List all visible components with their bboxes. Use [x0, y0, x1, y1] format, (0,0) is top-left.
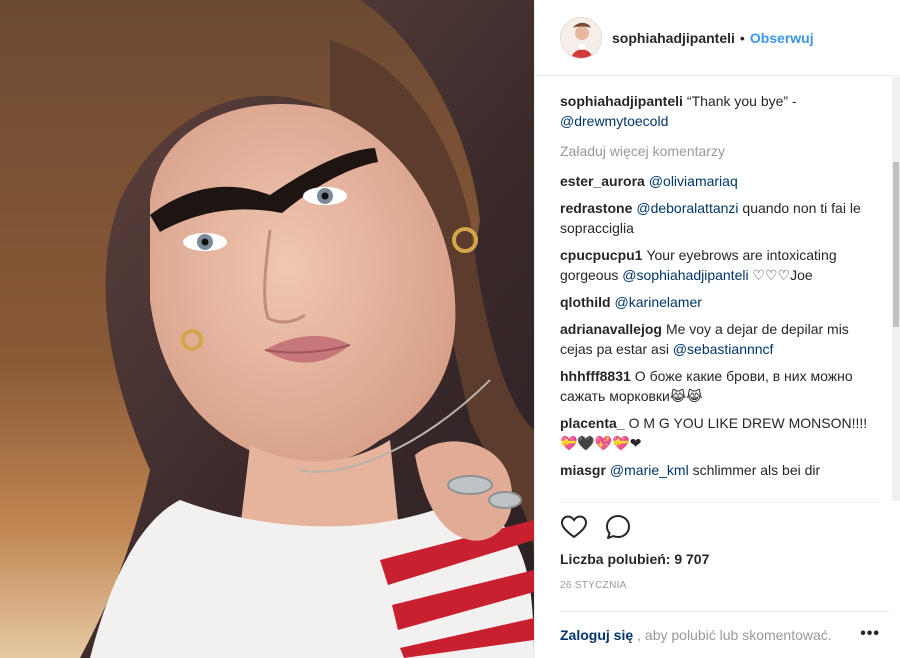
- login-link[interactable]: Zaloguj się: [560, 627, 633, 643]
- post-date[interactable]: 26 STYCZNIA: [560, 580, 627, 591]
- comment-items: ester_aurora @oliviamariaq redrastone @debo…: [560, 171, 893, 480]
- comment-username[interactable]: hhhfff8831: [560, 368, 631, 384]
- avatar[interactable]: [560, 16, 602, 59]
- header-username[interactable]: sophiahadjipanteli: [612, 30, 735, 46]
- follow-button[interactable]: Obserwuj: [750, 30, 814, 46]
- caption: sophiahadjipanteli “Thank you bye” - @dre…: [560, 91, 893, 131]
- comment-mention[interactable]: @sophiahadjipanteli: [622, 267, 748, 283]
- comment-item: adrianavallejog Me voy a dejar de depilar…: [560, 319, 893, 359]
- comment-item: hhhfff8831 О боже какие брови, в них можн…: [560, 366, 893, 406]
- comment-username[interactable]: adrianavallejog: [560, 321, 662, 337]
- instagram-post: sophiahadjipanteli • Obserwuj sophiahadj…: [0, 0, 900, 658]
- comment-text: schlimmer als bei dir: [688, 462, 821, 478]
- comment-item: cpucpucpu1 Your eyebrows are intoxicating…: [560, 245, 893, 285]
- likes-count[interactable]: Liczba polubień: 9 707: [560, 551, 709, 567]
- post-photo[interactable]: [0, 0, 534, 658]
- caption-mention[interactable]: @drewmytoecold: [560, 113, 668, 129]
- heart-outline-icon[interactable]: [560, 513, 588, 541]
- login-prompt-text: , aby polubić lub skomentować.: [637, 627, 832, 643]
- comment-username[interactable]: cpucpucpu1: [560, 247, 642, 263]
- comment-mention[interactable]: @deboralattanzi: [636, 200, 738, 216]
- comment-username[interactable]: miasgr: [560, 462, 606, 478]
- comment-text: ♡♡♡Joe: [748, 267, 813, 283]
- action-bar: [560, 502, 880, 541]
- comment-mention[interactable]: @sebastiannncf: [673, 341, 774, 357]
- comment-username[interactable]: qlothild: [560, 294, 611, 310]
- portrait-illustration: [0, 0, 534, 658]
- comments-scrollbar[interactable]: [892, 77, 900, 501]
- load-more-comments-button[interactable]: Załaduj więcej komentarzy: [560, 143, 893, 159]
- comment-username[interactable]: redrastone: [560, 200, 632, 216]
- comment-mention[interactable]: @karinelamer: [615, 294, 702, 310]
- comment-username[interactable]: ester_aurora: [560, 173, 645, 189]
- avatar-image: [561, 17, 601, 58]
- comment-item: qlothild @karinelamer: [560, 292, 893, 312]
- header-separator: •: [739, 29, 745, 46]
- comment-item: miasgr @marie_kml schlimmer als bei dir: [560, 460, 893, 480]
- comment-mention[interactable]: @marie_kml: [610, 462, 689, 478]
- comment-username[interactable]: placenta_: [560, 415, 625, 431]
- comment-item: placenta_ O M G YOU LIKE DREW MONSON!!!!💝…: [560, 413, 893, 453]
- post-side-panel: sophiahadjipanteli • Obserwuj sophiahadj…: [534, 0, 900, 658]
- caption-username[interactable]: sophiahadjipanteli: [560, 93, 683, 109]
- comments-list[interactable]: sophiahadjipanteli “Thank you bye” - @dre…: [535, 77, 893, 501]
- login-prompt: Zaloguj się, aby polubić lub skomentować…: [560, 611, 890, 658]
- comment-mention[interactable]: @oliviamariaq: [649, 173, 738, 189]
- scrollbar-thumb[interactable]: [893, 162, 899, 327]
- comment-bubble-icon[interactable]: [604, 513, 632, 541]
- post-header: sophiahadjipanteli • Obserwuj: [535, 0, 900, 76]
- caption-text: “Thank you bye” -: [686, 93, 797, 109]
- more-options-button[interactable]: •••: [860, 625, 880, 643]
- comment-item: redrastone @deboralattanzi quando non ti …: [560, 198, 893, 238]
- comment-item: ester_aurora @oliviamariaq: [560, 171, 893, 191]
